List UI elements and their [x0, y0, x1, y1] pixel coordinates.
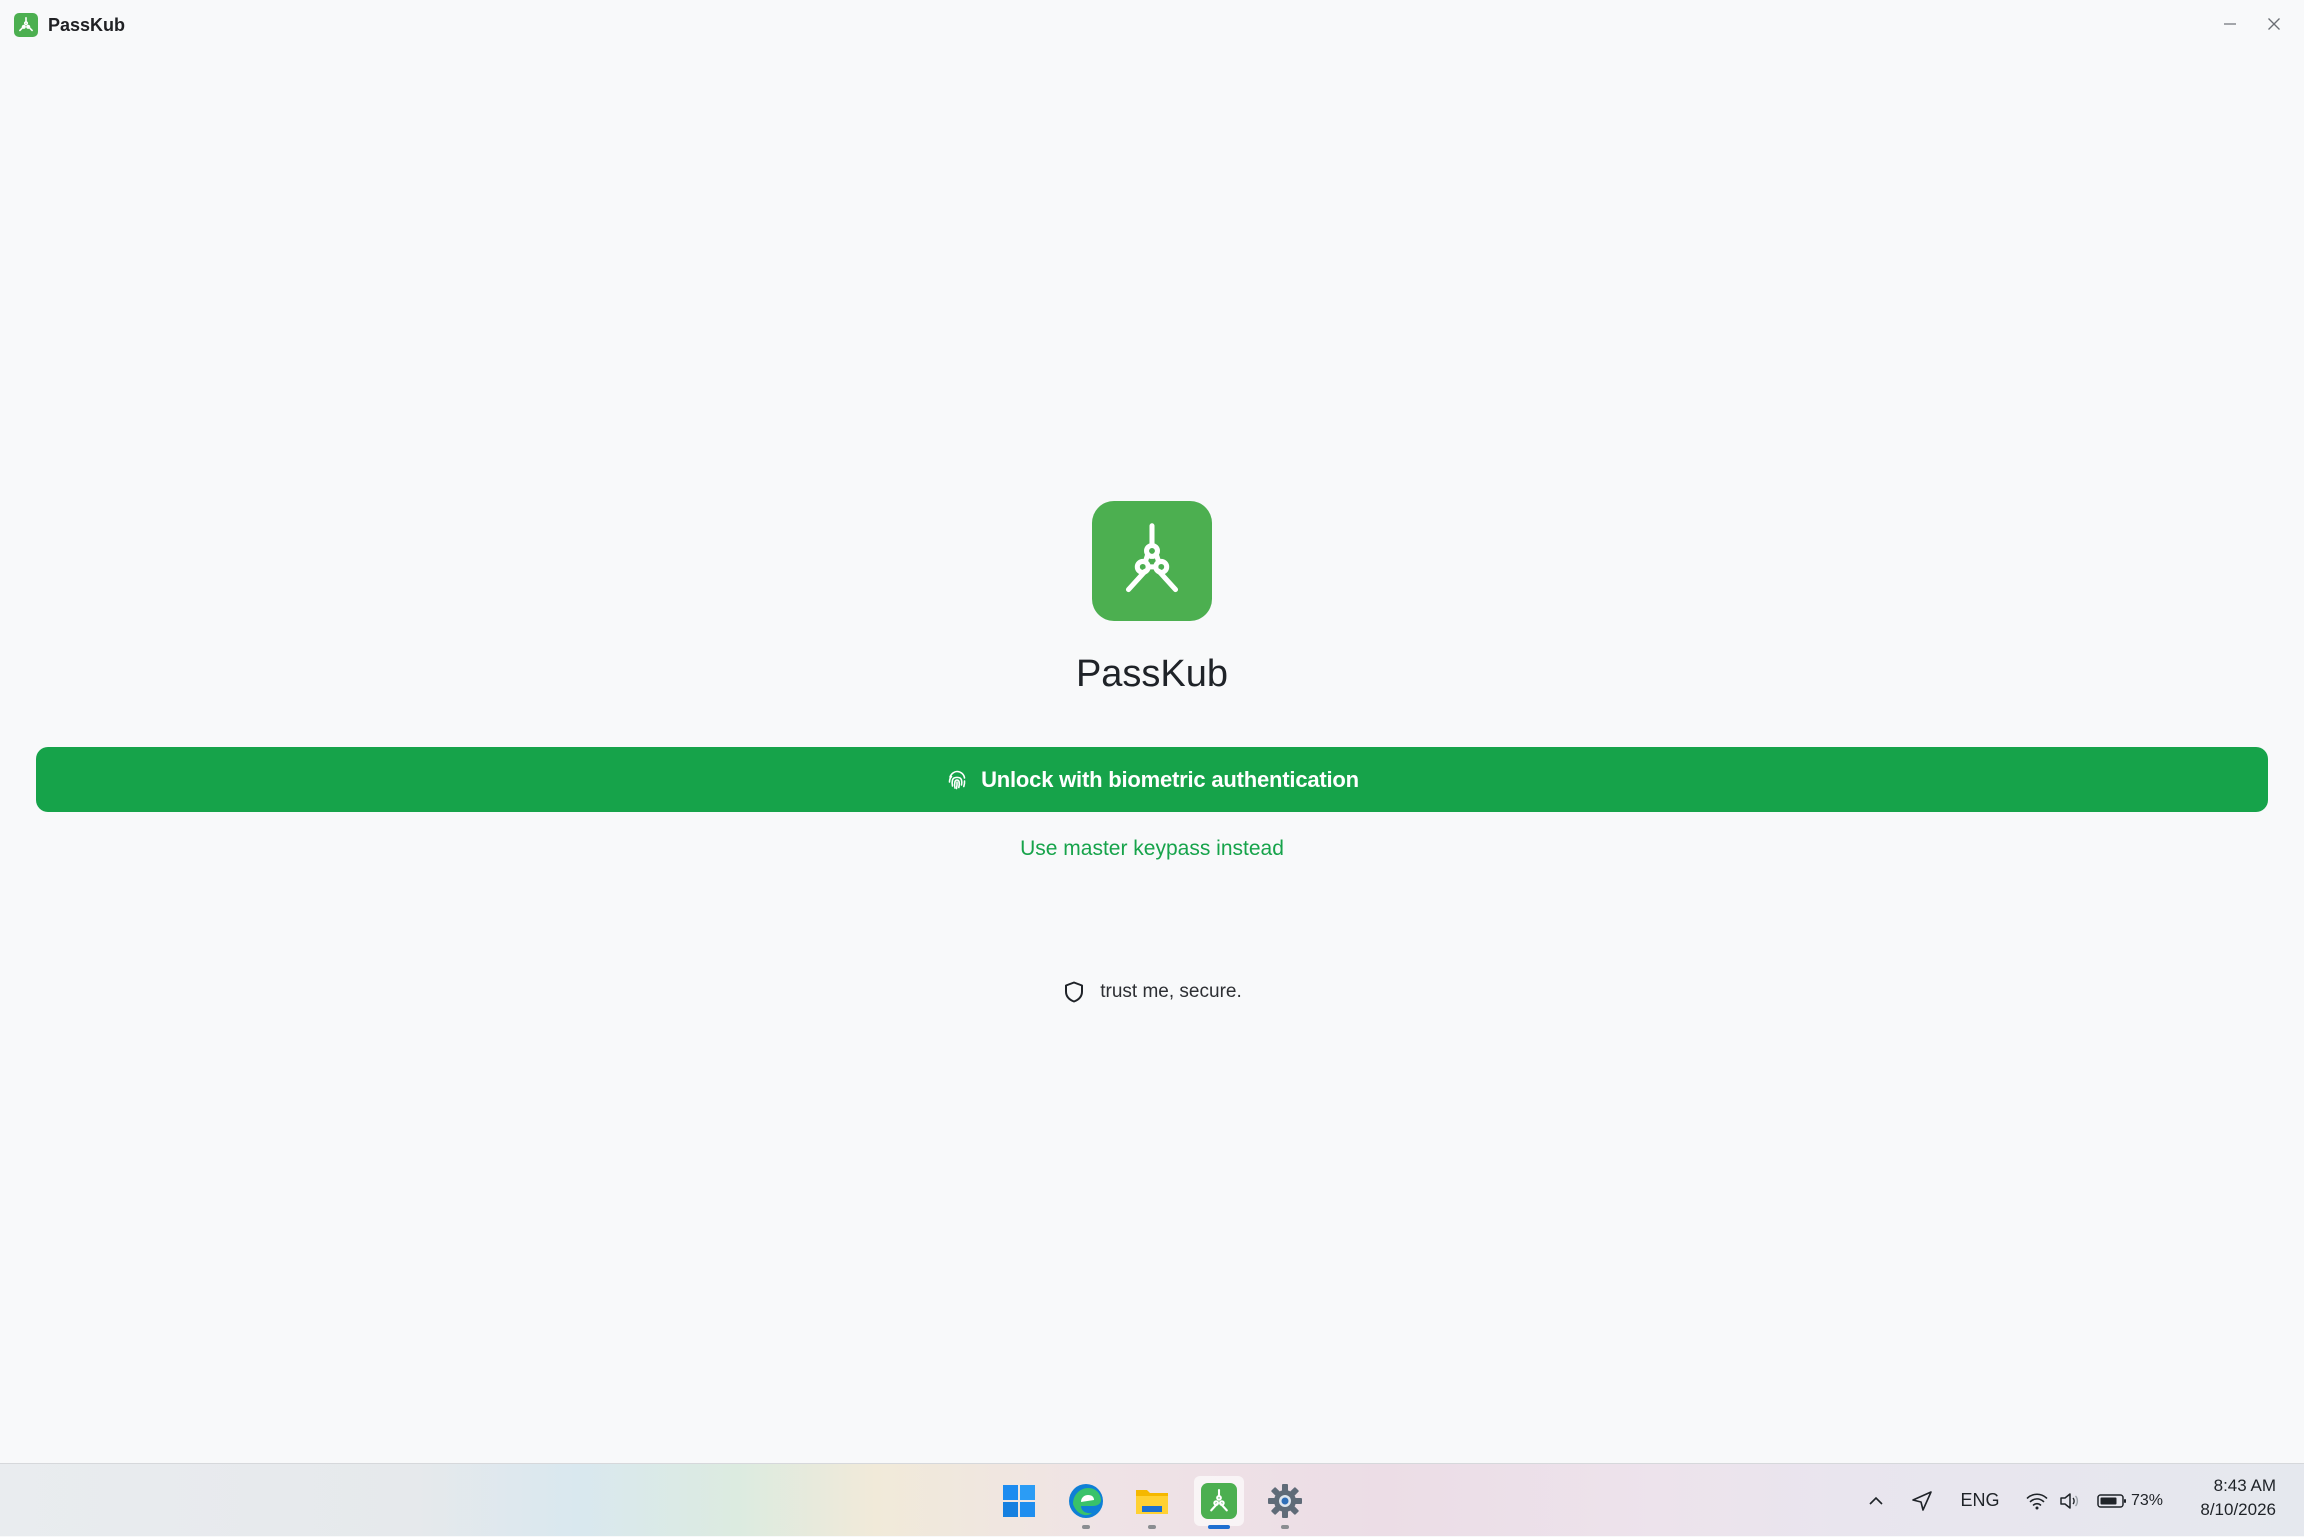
security-note: trust me, secure. [0, 980, 2304, 1004]
running-indicator [1148, 1525, 1156, 1529]
show-hidden-icons-button[interactable] [1858, 1464, 1894, 1537]
passkub-logo-icon [14, 13, 38, 37]
location-button[interactable] [1904, 1464, 1940, 1537]
battery-button[interactable]: 73% [2094, 1464, 2166, 1537]
edge-taskbar-button[interactable] [1061, 1476, 1111, 1529]
close-button[interactable] [2252, 8, 2296, 40]
use-master-keypass-link[interactable]: Use master keypass instead [1020, 837, 1284, 860]
location-arrow-icon [1912, 1490, 1932, 1511]
battery-icon [2097, 1493, 2126, 1508]
security-note-text: trust me, secure. [1100, 981, 1242, 1002]
biometric-unlock-button[interactable]: Unlock with biometric authentication [36, 747, 2268, 812]
settings-taskbar-button[interactable] [1260, 1476, 1310, 1529]
settings-icon [1268, 1484, 1302, 1518]
shield-icon [1065, 981, 1084, 1003]
minimize-icon [2224, 23, 2236, 25]
network-button[interactable] [2020, 1464, 2054, 1537]
file-explorer-icon [1136, 1490, 1168, 1514]
passkub-icon [1201, 1483, 1237, 1519]
close-icon [2268, 18, 2280, 30]
clock-time: 8:43 AM [2213, 1476, 2276, 1495]
windows-start-button[interactable] [994, 1476, 1044, 1526]
wifi-icon [2026, 1492, 2048, 1509]
window-title: PassKub [48, 15, 126, 35]
biometric-unlock-label: Unlock with biometric authentication [981, 766, 1359, 792]
language-label: ENG [1960, 1490, 2000, 1510]
battery-percent: 73% [2130, 1491, 2164, 1509]
active-indicator [1208, 1525, 1230, 1529]
volume-button[interactable] [2054, 1464, 2084, 1537]
edge-browser-icon [1069, 1484, 1103, 1518]
app-name-heading: PassKub [1075, 653, 1229, 695]
language-indicator[interactable]: ENG [1952, 1464, 2008, 1537]
file-explorer-taskbar-button[interactable] [1127, 1476, 1177, 1529]
passkub-taskbar-button[interactable] [1194, 1476, 1244, 1529]
taskbar: ENG 73% 8:43 AM 8/10/2026 [0, 1463, 2304, 1536]
fingerprint-icon [948, 770, 966, 789]
volume-icon [2060, 1492, 2079, 1509]
chevron-up-icon [1869, 1496, 1883, 1505]
windows-start-icon [1003, 1485, 1035, 1517]
passkub-logo-icon [1125, 523, 1179, 593]
running-indicator [1082, 1525, 1090, 1529]
minimize-button[interactable] [2208, 8, 2252, 40]
clock-button[interactable]: 8:43 AM 8/10/2026 [2176, 1464, 2280, 1537]
title-bar: PassKub [0, 0, 2304, 50]
clock-date: 8/10/2026 [2200, 1500, 2276, 1519]
master-keypass-row: Use master keypass instead [0, 834, 2304, 864]
running-indicator [1281, 1525, 1289, 1529]
app-logo [1092, 501, 1212, 621]
